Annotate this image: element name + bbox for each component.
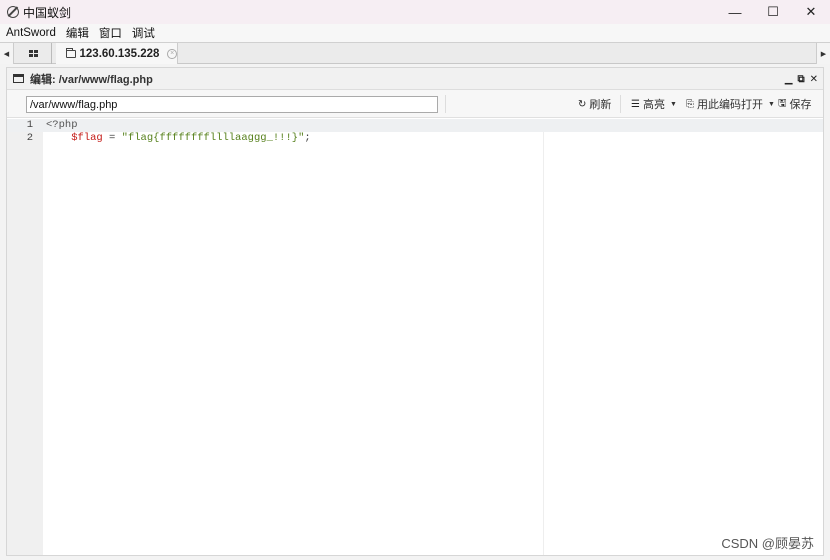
panel-title: 编辑: /var/www/flag.php <box>30 73 153 86</box>
menu-window[interactable]: 窗口 <box>99 25 122 41</box>
title-bar: 中国蚁剑 — ☐ ✕ <box>0 0 830 24</box>
file-path-input[interactable] <box>26 96 438 113</box>
line-number: 2 <box>26 132 33 144</box>
save-button[interactable]: 🖫 保存 <box>778 90 812 118</box>
tab-home[interactable] <box>16 43 52 64</box>
menu-antsword[interactable]: AntSword <box>6 27 56 39</box>
panel-controls: ▁ ⧉ ✕ <box>785 68 818 90</box>
menu-debug[interactable]: 调试 <box>132 25 155 41</box>
string-token: "flag{ffffffffllllaaggg_!!!}" <box>121 132 305 144</box>
encoding-icon: ⎘ <box>686 98 694 110</box>
watermark: CSDN @顾晏苏 <box>721 536 814 551</box>
editor-toolbar: ↻ 刷新 ☰ 高亮 ▼ ⎘ 用此编码打开 ▼ 🖫 保存 <box>7 90 823 118</box>
encoding-open-dropdown[interactable]: ⎘ 用此编码打开 ▼ <box>686 90 775 118</box>
grid-icon <box>28 49 39 58</box>
variable-token: $flag <box>71 132 103 144</box>
close-button[interactable]: ✕ <box>792 0 830 24</box>
code-line[interactable]: 2 $flag = "flag{ffffffffllllaaggg_!!!}"; <box>7 132 823 145</box>
tab-scroll-right-button[interactable]: ▶ <box>816 43 830 64</box>
chevron-down-icon: ▼ <box>768 100 775 108</box>
highlight-label: 高亮 <box>642 99 665 111</box>
tab-label: 123.60.135.228 <box>79 47 160 60</box>
save-icon: 🖫 <box>778 97 787 109</box>
minimize-button[interactable]: — <box>716 0 754 24</box>
line-gutter <box>7 119 43 555</box>
window-controls: — ☐ ✕ <box>716 0 830 24</box>
code-text: $flag = "flag{ffffffffllllaaggg_!!!}"; <box>46 132 311 145</box>
refresh-label: 刷新 <box>589 99 612 111</box>
code-editor[interactable]: 1 <?php 2 $flag = "flag{ffffffffllllaagg… <box>7 119 823 555</box>
folder-icon <box>66 47 76 58</box>
menu-edit[interactable]: 编辑 <box>66 25 89 41</box>
php-open-tag: <?php <box>46 119 78 131</box>
editor-panel: 编辑: /var/www/flag.php ▁ ⧉ ✕ ↻ 刷新 ☰ 高亮 ▼ … <box>6 67 824 556</box>
toolbar-divider <box>620 95 621 113</box>
tab-scroll-left-button[interactable]: ◀ <box>0 43 14 64</box>
line-number: 1 <box>26 119 33 131</box>
panel-restore-button[interactable]: ⧉ <box>797 74 804 85</box>
toolbar-divider <box>445 95 446 113</box>
panel-close-button[interactable]: ✕ <box>810 74 818 85</box>
tab-shell-host[interactable]: 123.60.135.228 × <box>56 43 178 64</box>
semicolon-token: ; <box>304 132 311 144</box>
panel-minimize-button[interactable]: ▁ <box>785 74 793 85</box>
code-line[interactable]: 1 <?php <box>7 119 823 132</box>
window-title: 中国蚁剑 <box>23 5 72 20</box>
encoding-label: 用此编码打开 <box>697 99 763 111</box>
menu-bar: AntSword 编辑 窗口 调试 <box>0 24 830 42</box>
tab-close-icon[interactable]: × <box>167 48 177 59</box>
code-text: <?php <box>46 119 78 132</box>
antsword-logo-icon <box>7 6 19 18</box>
tab-bar: ◀ 123.60.135.228 × ▶ <box>0 42 830 64</box>
print-margin <box>543 119 544 555</box>
refresh-button[interactable]: ↻ 刷新 <box>578 90 611 118</box>
maximize-button[interactable]: ☐ <box>754 0 792 24</box>
save-label: 保存 <box>789 99 812 111</box>
highlight-dropdown[interactable]: ☰ 高亮 ▼ <box>631 90 677 118</box>
operator-token: = <box>102 132 122 144</box>
list-icon: ☰ <box>631 98 640 110</box>
refresh-icon: ↻ <box>578 98 587 110</box>
chevron-down-icon: ▼ <box>669 100 677 108</box>
window-icon <box>13 74 24 83</box>
panel-header: 编辑: /var/www/flag.php ▁ ⧉ ✕ <box>7 68 823 90</box>
